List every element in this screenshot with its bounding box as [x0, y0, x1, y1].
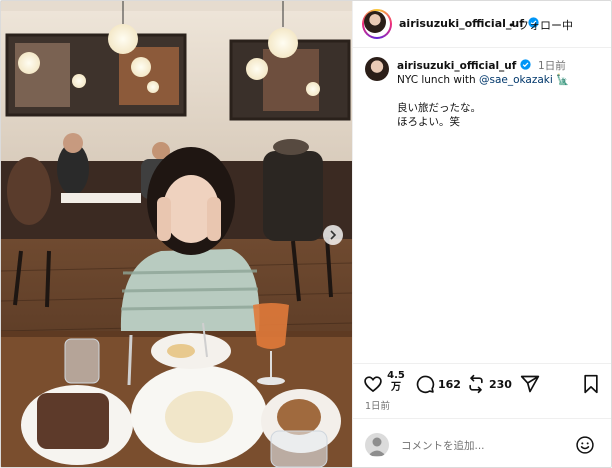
story-ring-avatar[interactable]	[362, 9, 392, 39]
like-count[interactable]: 4.5 万	[386, 370, 406, 394]
restaurant-photo	[1, 1, 352, 467]
comment-input[interactable]	[399, 436, 573, 456]
bullet-separator: •	[508, 19, 515, 32]
repost-button[interactable]: 230	[466, 374, 512, 394]
post-header: airisuzuki_official_uf • フォロー中	[353, 1, 611, 48]
caption-line-2: 良い旅だったな。	[397, 102, 481, 114]
next-photo-button[interactable]	[323, 225, 343, 245]
following-button[interactable]: • フォロー中	[508, 17, 573, 33]
caption-time: 1日前	[538, 60, 566, 72]
current-user-avatar	[365, 433, 389, 457]
caption-username[interactable]: airisuzuki_official_uf	[397, 60, 516, 72]
post-caption: airisuzuki_official_uf 1日前 NYC lunch wit…	[397, 59, 602, 129]
caption-avatar[interactable]	[365, 57, 389, 81]
like-button[interactable]	[363, 374, 383, 394]
bookmark-icon	[584, 374, 598, 394]
comment-bar	[353, 418, 611, 467]
action-bar: 4.5 万 162 230	[353, 363, 611, 400]
mention-link[interactable]: @sae_okazaki	[479, 74, 553, 86]
save-button[interactable]	[582, 374, 600, 394]
repost-icon	[469, 374, 483, 394]
verified-badge-icon	[520, 59, 531, 70]
default-user-icon	[368, 437, 386, 456]
repost-count: 230	[489, 377, 512, 391]
paper-plane-icon	[520, 375, 540, 393]
post-photo	[1, 1, 352, 467]
comment-count: 162	[438, 377, 461, 391]
statue-of-liberty-emoji: 🗽	[556, 74, 570, 86]
share-button[interactable]	[520, 374, 540, 394]
header-username-text[interactable]: airisuzuki_official_uf	[399, 17, 524, 30]
comment-button[interactable]: 162	[415, 374, 461, 394]
caption-text-prefix: NYC lunch with	[397, 74, 479, 86]
following-label[interactable]: フォロー中	[518, 19, 573, 32]
comment-icon	[416, 375, 435, 394]
post-timestamp[interactable]: 1日前	[365, 398, 390, 412]
like-count-number: 4.5	[387, 370, 405, 381]
chevron-right-icon	[330, 230, 337, 240]
avatar	[364, 11, 386, 33]
like-count-unit: 万	[391, 382, 401, 393]
caption-line-3: ほろよい。笑	[397, 116, 460, 128]
heart-icon	[364, 376, 382, 393]
post-dialog: airisuzuki_official_uf • フォロー中 airisuzuk…	[0, 0, 612, 468]
smiley-icon[interactable]	[575, 435, 595, 455]
post-sidebar: airisuzuki_official_uf • フォロー中 airisuzuk…	[352, 1, 611, 467]
